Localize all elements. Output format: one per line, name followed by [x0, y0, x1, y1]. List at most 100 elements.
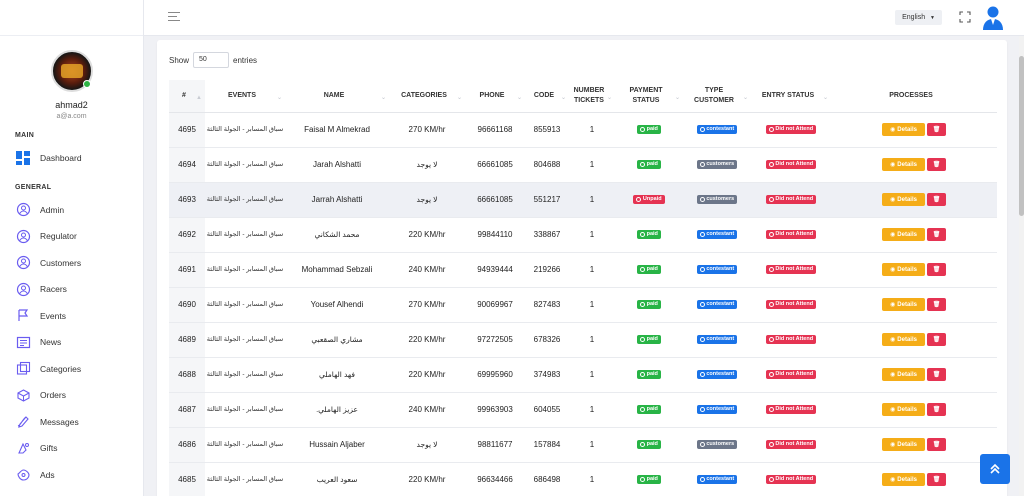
table-row[interactable]: 4685 سباق المسابر - الجولة الثالثة سعود ال… [169, 462, 997, 496]
language-select[interactable]: English ▼ [895, 10, 942, 25]
delete-button[interactable]: 🗑 [927, 333, 946, 346]
avatar[interactable] [50, 50, 93, 92]
details-button[interactable]: ◉ Details [882, 333, 925, 346]
details-button[interactable]: ◉ Details [882, 158, 925, 171]
sidebar-item-orders[interactable]: Orders [0, 382, 143, 409]
payment-status-badge: paid [637, 370, 661, 379]
fullscreen-icon[interactable] [959, 11, 971, 23]
trash-icon: 🗑 [932, 197, 941, 203]
entry-status-badge: Did not Attend [765, 195, 817, 204]
sidebar-item-admin[interactable]: Admin [0, 197, 143, 224]
x-circle-icon [768, 197, 774, 202]
delete-button[interactable]: 🗑 [927, 158, 946, 171]
details-button[interactable]: ◉ Details [882, 298, 925, 311]
cell-tickets: 1 [569, 112, 615, 148]
delete-button[interactable]: 🗑 [927, 368, 946, 381]
dashboard-icon [15, 150, 31, 166]
details-button[interactable]: ◉ Details [882, 473, 925, 486]
details-label: Details [897, 406, 917, 413]
cell-code: 219266 [525, 252, 569, 288]
entry-status-label: Did not Attend [775, 336, 814, 342]
scroll-to-top-button[interactable] [980, 454, 1010, 484]
sidebar-item-events[interactable]: Events [0, 303, 143, 330]
column-header-tickets[interactable]: NUMBER TICKETS ⌄ [569, 80, 615, 113]
x-circle-icon [768, 267, 774, 272]
sidebar-item-ads[interactable]: Ads [0, 462, 143, 489]
delete-button[interactable]: 🗑 [927, 403, 946, 416]
column-header-type[interactable]: TYPE CUSTOMER ⌄ [683, 80, 751, 113]
caret-down-icon: ▼ [930, 15, 935, 21]
user-account-icon[interactable] [982, 5, 1004, 30]
details-button[interactable]: ◉ Details [882, 193, 925, 206]
table-row[interactable]: 4691 سباق المسابر - الجولة الثالثة Mohamma… [169, 252, 997, 288]
menu-toggle-icon[interactable] [168, 12, 180, 22]
messages-icon [15, 414, 31, 430]
details-button[interactable]: ◉ Details [882, 403, 925, 416]
cell-category: 240 KM/hr [389, 392, 465, 428]
sidebar-item-customers[interactable]: Customers [0, 250, 143, 277]
column-header-label: PHONE [479, 91, 505, 99]
delete-button[interactable]: 🗑 [927, 193, 946, 206]
table-row[interactable]: 4693 سباق المسابر - الجولة الثالثة Jarrah … [169, 182, 997, 218]
entries-per-page-select[interactable]: 50 [193, 52, 230, 68]
details-label: Details [897, 231, 917, 238]
scrollbar-thumb[interactable] [1019, 56, 1024, 216]
table-row[interactable]: 4695 سباق المسابر - الجولة الثالثة Faisal … [169, 112, 997, 148]
column-header-id[interactable]: # ▲ [169, 80, 205, 113]
cell-payment: paid [615, 112, 683, 148]
details-button[interactable]: ◉ Details [882, 123, 925, 136]
table-row[interactable]: 4687 سباق المسابر - الجولة الثالثة عزيز ال… [169, 392, 997, 428]
sidebar-item-regulator[interactable]: Regulator [0, 223, 143, 250]
table-row[interactable]: 4686 سباق المسابر - الجولة الثالثة Hussain… [169, 427, 997, 463]
delete-button[interactable]: 🗑 [927, 298, 946, 311]
sidebar-item-dashboard[interactable]: Dashboard [0, 145, 143, 172]
column-header-processes[interactable]: PROCESSES [831, 80, 997, 113]
check-circle-icon [699, 267, 705, 272]
page-scrollbar[interactable] [1019, 36, 1024, 496]
check-circle-icon [636, 197, 642, 202]
table-row[interactable]: 4689 سباق المسابر - الجولة الثالثة مشاري ا… [169, 322, 997, 358]
column-header-phone[interactable]: PHONE ⌄ [465, 80, 525, 113]
cell-id: 4689 [169, 322, 205, 358]
customer-type-label: contestant [706, 406, 735, 412]
table-row[interactable]: 4688 سباق المسابر - الجولة الثالثة فهد اله… [169, 357, 997, 393]
sort-icon: ⌄ [674, 95, 680, 101]
sidebar-item-categories[interactable]: Categories [0, 356, 143, 383]
cell-tickets: 1 [569, 322, 615, 358]
cell-name: Jarah Alshatti [285, 147, 389, 183]
column-header-code[interactable]: CODE ⌄ [525, 80, 569, 113]
check-circle-icon [699, 442, 705, 447]
eye-icon: ◉ [890, 197, 896, 203]
sidebar-item-news[interactable]: News [0, 329, 143, 356]
details-label: Details [897, 371, 917, 378]
cell-entry: Did not Attend [751, 112, 831, 148]
column-header-payment[interactable]: PAYMENT STATUS ⌄ [615, 80, 683, 113]
details-button[interactable]: ◉ Details [882, 228, 925, 241]
table-row[interactable]: 4692 سباق المسابر - الجولة الثالثة محمد ال… [169, 217, 997, 253]
payment-status-label: paid [646, 371, 658, 377]
delete-button[interactable]: 🗑 [927, 123, 946, 136]
table-row[interactable]: 4694 سباق المسابر - الجولة الثالثة Jarah A… [169, 147, 997, 183]
customer-type-badge: contestant [696, 370, 738, 379]
sidebar-item-messages[interactable]: Messages [0, 409, 143, 436]
sidebar-item-label: Orders [40, 390, 66, 401]
delete-button[interactable]: 🗑 [927, 473, 946, 486]
details-button[interactable]: ◉ Details [882, 263, 925, 276]
details-button[interactable]: ◉ Details [882, 368, 925, 381]
cell-phone: 97272505 [465, 322, 525, 358]
payment-status-label: paid [646, 406, 658, 412]
column-header-name[interactable]: NAME ⌄ [285, 80, 389, 113]
customer-type-label: contestant [706, 336, 735, 342]
column-header-entry[interactable]: ENTRY STATUS ⌄ [751, 80, 831, 113]
column-header-events[interactable]: EVENTS ⌄ [205, 80, 285, 113]
sidebar-item-racers[interactable]: Racers [0, 276, 143, 303]
table-row[interactable]: 4690 سباق المسابر - الجولة الثالثة Yousef … [169, 287, 997, 323]
delete-button[interactable]: 🗑 [927, 438, 946, 451]
delete-button[interactable]: 🗑 [927, 228, 946, 241]
language-label: English [902, 14, 926, 21]
details-button[interactable]: ◉ Details [882, 438, 925, 451]
column-header-categories[interactable]: CATEGORIES ⌄ [389, 80, 465, 113]
delete-button[interactable]: 🗑 [927, 263, 946, 276]
sidebar-item-gifts[interactable]: Gifts [0, 435, 143, 462]
top-header: English ▼ [144, 0, 1024, 36]
